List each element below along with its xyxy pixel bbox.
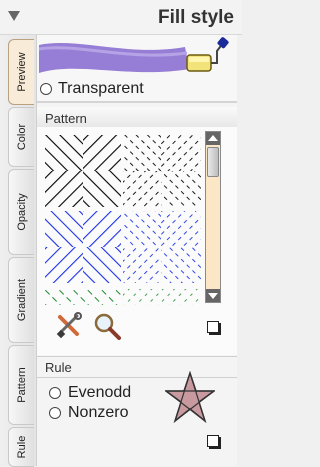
transparent-option[interactable]: Transparent [40,79,144,99]
tab-rule[interactable]: Rule [8,427,34,467]
pattern-scrollbar[interactable] [205,131,221,303]
pattern-swatch[interactable] [123,289,201,305]
transparent-radio[interactable] [40,83,52,95]
tools-icon[interactable] [55,312,83,340]
pattern-section [37,127,237,355]
pattern-swatch[interactable] [123,247,161,283]
pattern-swatch[interactable] [45,289,123,305]
pattern-toggle-checkbox[interactable] [207,321,219,333]
tab-pattern[interactable]: Pattern [8,345,34,425]
pattern-swatch[interactable] [83,247,121,283]
evenodd-radio[interactable] [49,387,61,399]
vertical-tab-strip: Preview Color Opacity Gradient Pattern R… [0,35,36,467]
tab-gradient[interactable]: Gradient [8,257,34,343]
pattern-swatch[interactable] [45,171,83,207]
pattern-swatch[interactable] [161,171,201,207]
pattern-swatch[interactable] [123,135,161,171]
rule-toggle-checkbox[interactable] [207,435,219,447]
triangle-down-icon[interactable] [7,9,21,23]
scroll-down-arrow-icon[interactable] [206,289,220,302]
pattern-swatch[interactable] [161,211,201,247]
star-icon [165,371,215,423]
pattern-swatch[interactable] [83,171,121,207]
pattern-swatch[interactable] [83,135,121,171]
rule-options: Evenodd Nonzero [49,383,131,423]
scrollbar-thumb[interactable] [207,147,219,177]
panel-header: Fill style [0,0,242,35]
pattern-swatch-grid[interactable] [45,135,203,305]
rule-option-nonzero[interactable]: Nonzero [49,403,131,423]
scroll-up-arrow-icon[interactable] [206,132,220,145]
transparent-label: Transparent [58,80,144,97]
tab-preview[interactable]: Preview [8,39,34,105]
preview-section: Transparent [37,35,237,103]
pattern-swatch[interactable] [123,211,161,247]
pattern-swatch[interactable] [123,171,161,207]
magnifier-icon[interactable] [93,312,121,340]
fill-style-panel: Transparent Pattern Rule Evenodd Nonzero [36,35,237,466]
paint-roller-icon [186,37,229,72]
pattern-swatch[interactable] [45,211,83,247]
panel-title: Fill style [157,7,234,28]
tab-opacity[interactable]: Opacity [8,169,34,255]
pattern-swatch[interactable] [45,135,83,171]
pattern-swatch[interactable] [161,135,201,171]
pattern-swatch[interactable] [83,211,121,247]
rule-option-evenodd[interactable]: Evenodd [49,383,131,403]
pattern-swatch[interactable] [45,247,83,283]
nonzero-radio[interactable] [49,407,61,419]
tab-color[interactable]: Color [8,107,34,167]
pattern-swatch[interactable] [161,247,201,283]
